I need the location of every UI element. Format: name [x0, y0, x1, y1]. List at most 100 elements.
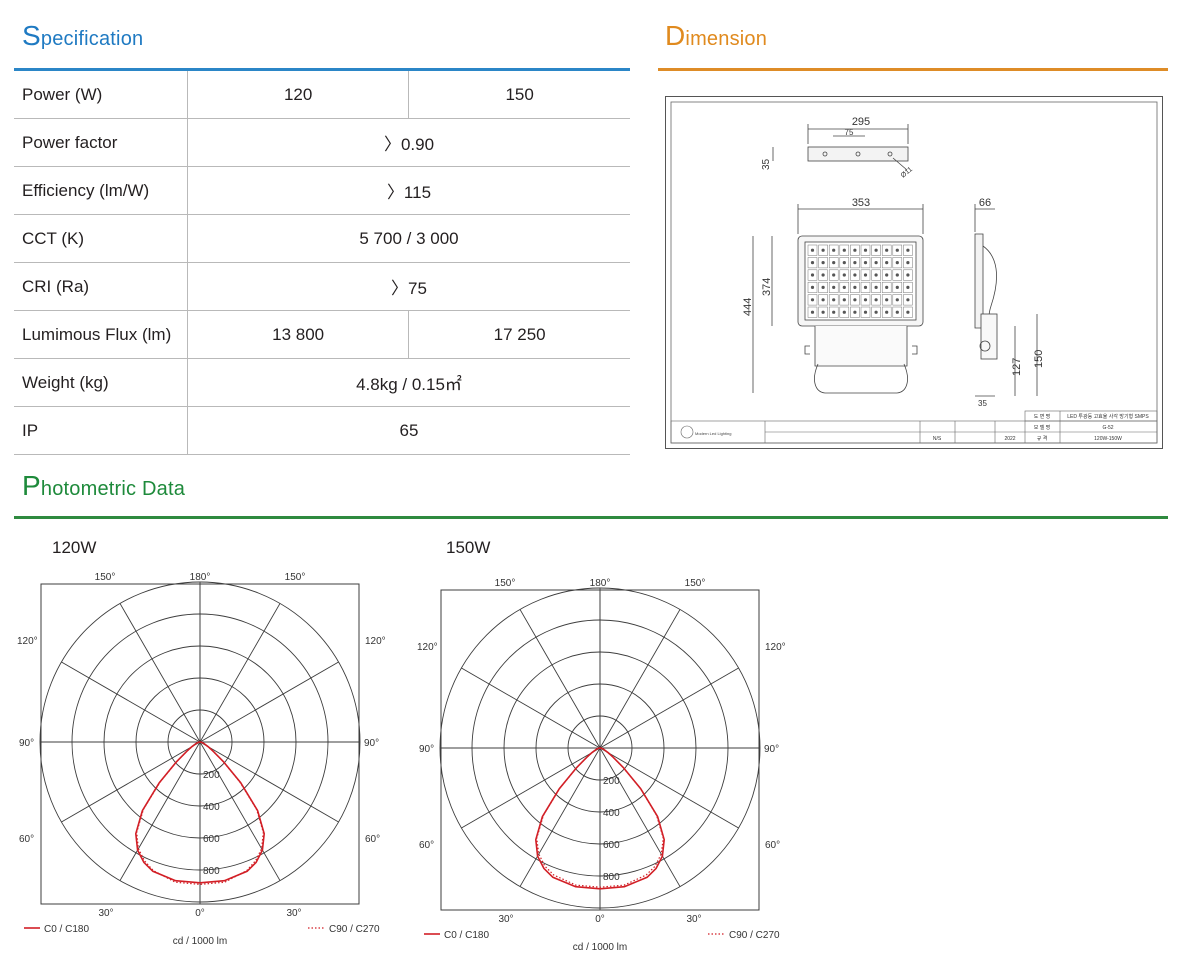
led-dot: [821, 298, 825, 302]
angle-label-right: 90°: [764, 744, 779, 755]
spec-value: 〉75: [187, 262, 630, 311]
led-dot: [832, 273, 836, 277]
led-dot: [885, 248, 889, 252]
ring-label: 400: [603, 808, 620, 819]
angle-label-bottom-left: 30°: [498, 914, 513, 925]
tb-model-label: 모 델 명: [1034, 424, 1051, 431]
tb-spec-label: 규 격: [1037, 435, 1048, 442]
led-dot: [853, 298, 857, 302]
angle-label-lower-left: 60°: [419, 840, 434, 851]
led-dot: [810, 273, 815, 277]
legend-label-c0: C0 / C180: [444, 930, 489, 941]
led-dot: [863, 298, 868, 302]
led-dot: [895, 273, 899, 277]
spec-value: 〉115: [187, 166, 630, 215]
angle-label-bottom-right: 30°: [686, 914, 701, 925]
spec-row-efficiency: Efficiency (lm/W) 〉115: [14, 166, 630, 215]
dim-body-depth: 66: [979, 197, 991, 209]
legend-label-c0: C0 / C180: [44, 924, 89, 935]
led-dot: [874, 298, 878, 302]
angle-label-top-right: 150°: [685, 578, 706, 589]
chart-title-150w: 150W: [446, 538, 491, 557]
led-dot: [810, 261, 815, 265]
angle-label-top: 180°: [590, 578, 611, 589]
spec-label: Weight (kg): [14, 358, 188, 407]
spec-value-150w: 17 250: [408, 310, 630, 359]
legend-label-c90: C90 / C270: [329, 924, 380, 935]
angle-label-lower-right: 60°: [365, 834, 380, 845]
spec-value: 4.8kg / 0.15㎡: [187, 358, 630, 407]
photometric-heading: Photometric Data: [22, 470, 186, 501]
led-dot: [885, 273, 889, 277]
led-dot: [821, 310, 825, 314]
led-dot: [821, 273, 825, 277]
dim-total-height: 444: [742, 298, 754, 316]
led-dot: [832, 261, 836, 265]
led-dot: [885, 298, 889, 302]
spec-value-120w: 13 800: [187, 310, 410, 359]
spec-label: Efficiency (lm/W): [14, 166, 188, 215]
dimension-heading: Dimension: [665, 20, 768, 51]
led-dot: [832, 248, 836, 252]
led-dot: [821, 261, 825, 265]
led-dot: [832, 285, 836, 289]
spec-label: IP: [14, 406, 188, 455]
angle-label-top-left: 150°: [495, 578, 516, 589]
led-dot: [874, 248, 878, 252]
spec-label: Power factor: [14, 118, 188, 167]
legend-label-c90: C90 / C270: [729, 930, 780, 941]
led-dot: [906, 298, 910, 302]
led-dot: [821, 248, 825, 252]
led-dot: [810, 310, 815, 314]
led-dot: [885, 285, 889, 289]
angle-label-left: 90°: [19, 738, 34, 749]
spec-value-150w: 150: [408, 71, 630, 119]
chart-unit-label: cd / 1000 lm: [173, 936, 227, 944]
ring-label: 200: [603, 776, 620, 787]
tb-model: G-52: [1102, 425, 1113, 431]
dimension-rule: [658, 68, 1168, 71]
tb-year: 2022: [1004, 436, 1015, 442]
led-dot: [874, 273, 878, 277]
led-dot: [863, 248, 868, 252]
ring-label: 200: [203, 770, 220, 781]
ring-label: 600: [203, 834, 220, 845]
ring-label: 400: [203, 802, 220, 813]
dim-bracket-height: 35: [761, 158, 772, 170]
led-dot: [895, 261, 899, 265]
led-dot: [842, 261, 846, 265]
tb-spec: 120W-150W: [1094, 436, 1122, 442]
dimension-drawing: 295 75 35 Ø11 353 444 374 66 127 150 35: [665, 96, 1163, 449]
angle-label-bottom: 0°: [195, 908, 205, 919]
spec-row-power: Power (W) 120 150: [14, 71, 630, 119]
led-dot: [853, 248, 857, 252]
specification-heading: Specification: [22, 20, 144, 51]
driver-housing: [814, 326, 908, 367]
spec-value: 〉0.90: [187, 118, 630, 167]
spec-label: Lumimous Flux (lm): [14, 310, 188, 359]
led-dot: [906, 248, 910, 252]
company-name: Modern Led Lighting: [695, 431, 731, 436]
led-dot: [842, 310, 846, 314]
ring-label: 600: [603, 840, 620, 851]
led-dot: [863, 261, 868, 265]
polar-chart-150w: 180° 150° 150° 120° 120° 90° 90° 60° 60° 30° 0° 30°…: [417, 578, 786, 950]
led-dot: [863, 273, 868, 277]
led-dot: [895, 285, 899, 289]
ring-label: 800: [603, 872, 620, 883]
angle-label-bottom-right: 30°: [286, 908, 301, 919]
led-dot: [842, 248, 846, 252]
angle-label-top: 180°: [190, 572, 211, 583]
angle-label-bottom: 0°: [595, 914, 605, 925]
photometric-rule: [14, 516, 1168, 519]
spec-row-ip: IP 65: [14, 406, 630, 455]
led-dot: [863, 285, 868, 289]
dim-bracket-hole-spacing: 75: [845, 128, 854, 137]
led-dot: [885, 261, 889, 265]
led-dot: [853, 261, 857, 265]
polar-chart-120w: 180° 150° 150° 120° 120° 90° 90° 60° 60° 30° 0° 30°…: [17, 572, 386, 944]
led-dot: [906, 285, 910, 289]
led-dot: [863, 310, 868, 314]
led-dot: [810, 248, 815, 252]
spec-value-120w: 120: [187, 71, 410, 119]
